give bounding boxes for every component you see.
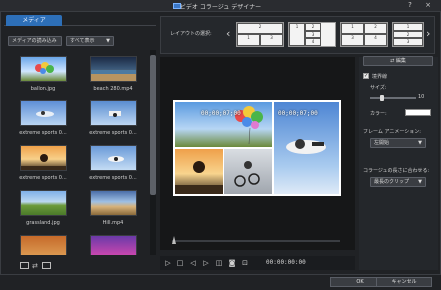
size-label: サイズ: xyxy=(370,85,387,91)
prev-frame-icon[interactable]: ◁ xyxy=(189,259,197,267)
media-library: ballon.jpg beach 280.mp4 extreme sports … xyxy=(8,50,145,255)
media-thumbnail[interactable] xyxy=(90,100,137,126)
import-media-button[interactable]: メディアの読み込み xyxy=(8,36,62,46)
media-label: grassland.jpg xyxy=(26,220,60,226)
view-toggle-icon[interactable] xyxy=(20,262,29,269)
frame-label: 境界線 xyxy=(372,74,388,80)
layout-option[interactable]: 1 2 3 xyxy=(392,22,424,47)
collage-photo-balloon[interactable]: 00;00;07;00 xyxy=(175,102,272,147)
media-thumbnail[interactable] xyxy=(90,145,137,171)
edit-button[interactable]: ⇄ 編集 xyxy=(363,56,433,66)
duration-label: コラージュの長さに合わせる: xyxy=(363,168,430,174)
animation-value: 左開始 xyxy=(374,140,390,146)
media-label: extreme sports 0... xyxy=(89,175,137,181)
media-label: extreme sports 0... xyxy=(19,175,67,181)
layout-prev-arrow[interactable]: ‹ xyxy=(226,27,230,40)
hill-image xyxy=(91,191,137,216)
close-button[interactable]: × xyxy=(423,1,433,10)
layout-option[interactable]: 1 2 3 4 xyxy=(340,22,388,47)
clip-timecode: 00;00;07;00 xyxy=(278,110,318,117)
layout-cell: 2 xyxy=(364,23,387,34)
layout-cell: 4 xyxy=(364,34,387,46)
collage-preview[interactable]: 00;00;07;00 00;00;07;00 xyxy=(173,100,341,196)
chevron-down-icon: ▼ xyxy=(106,38,110,44)
duration-value: 最長のクリップ xyxy=(374,179,410,185)
stop-icon[interactable]: □ xyxy=(176,259,184,267)
media-label: ballon.jpg xyxy=(30,86,56,92)
balloon-image xyxy=(35,62,54,74)
media-thumbnail[interactable] xyxy=(20,100,67,126)
swap-icon[interactable]: ⇄ xyxy=(32,262,38,270)
edit-label: 編集 xyxy=(395,58,406,64)
tab-strip: メディア xyxy=(4,14,156,26)
layout-cell: 2 xyxy=(305,23,321,31)
grassland-image xyxy=(21,191,67,216)
layout-cell: 3 xyxy=(260,34,283,46)
skydiver-image xyxy=(109,111,121,117)
motocross-image xyxy=(175,161,223,194)
media-label: extreme sports 0... xyxy=(19,130,67,136)
animation-label: フレーム アニメーション: xyxy=(363,129,421,135)
layout-option[interactable]: 1 2 3 4 xyxy=(288,22,336,47)
clip-timecode: 00;00;07;00 xyxy=(201,110,241,117)
media-scrollbar-thumb[interactable] xyxy=(150,55,156,195)
frame-checkbox[interactable]: ✓ xyxy=(363,73,369,79)
animation-dropdown[interactable]: 左開始 ▼ xyxy=(370,138,426,148)
size-value: 10 xyxy=(418,94,425,100)
layout-cell: 2 xyxy=(237,23,283,34)
media-thumbnail[interactable] xyxy=(90,56,137,82)
size-slider[interactable] xyxy=(370,97,416,99)
balloon-image xyxy=(235,106,263,145)
media-thumbnail[interactable] xyxy=(20,145,67,171)
skydiver-image xyxy=(108,156,124,162)
media-thumbnail[interactable] xyxy=(90,190,137,216)
media-thumbnail[interactable] xyxy=(20,56,67,82)
layout-cell: 3 xyxy=(393,38,423,46)
tab-media[interactable]: メディア xyxy=(6,15,62,26)
layout-next-arrow[interactable]: › xyxy=(426,27,430,40)
chevron-down-icon: ▼ xyxy=(418,140,422,146)
bike-jump-image xyxy=(234,161,260,187)
motocross-image xyxy=(21,154,66,170)
layout-cell: 2 xyxy=(393,31,423,38)
color-swatch[interactable] xyxy=(405,109,431,116)
play-icon[interactable]: ▷ xyxy=(164,259,172,267)
window-title: ビデオ コラージュ デザイナー xyxy=(179,4,262,11)
layout-cell: 1 xyxy=(393,23,423,31)
media-label: Hill.mp4 xyxy=(102,220,124,226)
timeline-track[interactable] xyxy=(172,240,340,242)
playback-timecode: 00:00:00:00 xyxy=(266,259,306,266)
duration-dropdown[interactable]: 最長のクリップ ▼ xyxy=(370,177,426,187)
media-thumbnail[interactable] xyxy=(90,235,137,255)
next-frame-icon[interactable]: ▷ xyxy=(202,259,210,267)
volume-icon[interactable]: ◙ xyxy=(228,259,236,267)
layout-label: レイアウトの選択: xyxy=(170,31,212,37)
media-label: extreme sports 0... xyxy=(89,130,137,136)
chevron-down-icon: ▼ xyxy=(418,179,422,185)
size-slider-knob[interactable] xyxy=(379,95,384,101)
media-label: beach 280.mp4 xyxy=(93,86,133,92)
snapshot-icon[interactable]: ◫ xyxy=(215,259,223,267)
collage-photo-bikejump[interactable] xyxy=(224,149,272,194)
layout-cell: 3 xyxy=(305,31,321,38)
fullscreen-icon[interactable]: ⊡ xyxy=(241,259,249,267)
skydiver-image xyxy=(36,111,54,117)
collage-photo-skydiver[interactable]: 00;00;07;00 xyxy=(274,102,339,194)
beach-image xyxy=(91,70,136,81)
filter-dropdown[interactable]: すべて表示 ▼ xyxy=(66,36,114,46)
layout-cell: 3 xyxy=(341,34,364,46)
cancel-button[interactable]: キャンセル xyxy=(376,277,432,287)
thumbnail-size-icon[interactable] xyxy=(42,262,51,269)
layout-option[interactable]: 2 1 3 xyxy=(236,22,284,47)
layout-cell: 1 xyxy=(237,34,260,46)
layout-cell: 1 xyxy=(341,23,364,34)
color-label: カラー: xyxy=(370,111,387,117)
layout-cell: 1 xyxy=(289,23,305,46)
media-thumbnail[interactable] xyxy=(20,190,67,216)
filter-dropdown-value: すべて表示 xyxy=(70,38,95,44)
media-thumbnail[interactable] xyxy=(20,235,67,255)
help-button[interactable]: ? xyxy=(405,1,415,10)
layout-cell: 4 xyxy=(305,38,321,46)
collage-photo-motocross[interactable] xyxy=(175,149,223,194)
